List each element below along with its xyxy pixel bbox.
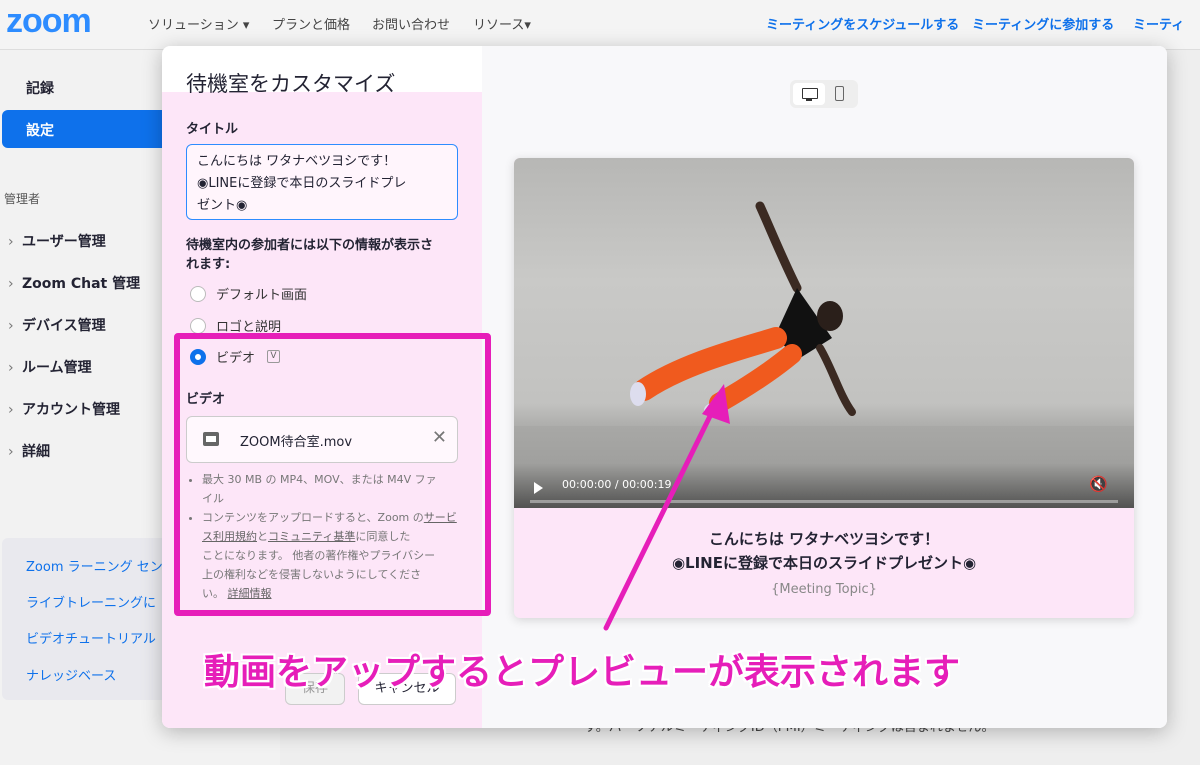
waiting-room-preview: 00:00:00 / 00:00:19 🔇 こんにちは ワタナベツヨシです！ ◉… xyxy=(514,158,1134,618)
sidebar-item-advanced[interactable]: › 詳細 xyxy=(8,441,50,461)
play-icon[interactable] xyxy=(534,482,543,494)
title-label: タイトル xyxy=(186,122,239,137)
dancer-shoe xyxy=(630,382,646,406)
live-training-link[interactable]: ライブトレーニングに xyxy=(26,592,156,611)
top-navigation: zoom ソリューション ▾ プランと価格 お問い合わせ リソース▾ ミーティン… xyxy=(0,0,1200,50)
preview-title-line2: ◉LINEに登録で本日のスライドプレゼント◉ xyxy=(671,554,977,572)
sidebar-item-chat-management[interactable]: › Zoom Chat 管理 xyxy=(8,273,140,293)
sidebar-item-device-management[interactable]: › デバイス管理 xyxy=(8,315,106,335)
dancer-arm-up xyxy=(755,201,802,293)
nav-solutions[interactable]: ソリューション ▾ xyxy=(148,14,249,33)
nav-host-meeting[interactable]: ミーティ xyxy=(1133,14,1184,33)
title-input[interactable]: こんにちは ワタナベツヨシです！ ◉LINEに登録で本日のスライドプレ ゼント◉ xyxy=(186,144,458,220)
sidebar-item-room-management[interactable]: › ルーム管理 xyxy=(8,357,92,377)
video-option-highlight xyxy=(174,333,491,616)
learning-center-link[interactable]: Zoom ラーニング セン xyxy=(26,556,163,575)
zoom-logo[interactable]: zoom xyxy=(6,2,92,41)
preview-title-line1: こんにちは ワタナベツヨシです！ xyxy=(708,530,940,548)
sidebar-item-label: 設定 xyxy=(26,123,54,139)
mobile-icon[interactable] xyxy=(835,86,844,101)
display-info-label: 待機室内の参加者には以下の情報が表示さ れます: xyxy=(186,238,434,272)
dancer-shoe xyxy=(704,403,724,417)
dancer-head xyxy=(817,301,843,331)
preview-video[interactable]: 00:00:00 / 00:00:19 🔇 xyxy=(514,158,1134,508)
sidebar-item-account-management[interactable]: › アカウント管理 xyxy=(8,399,120,419)
dancer-arm-down xyxy=(816,344,856,416)
nav-resources[interactable]: リソース▾ xyxy=(473,14,531,33)
nav-plans[interactable]: プランと価格 xyxy=(272,14,350,33)
option-default-screen[interactable]: デフォルト画面 xyxy=(190,284,307,303)
dialog-title: 待機室をカスタマイズ xyxy=(186,72,396,96)
chevron-right-icon: › xyxy=(8,318,14,334)
desktop-icon[interactable] xyxy=(793,83,825,105)
sidebar-section-admin: 管理者 xyxy=(4,192,41,206)
video-controls: 00:00:00 / 00:00:19 🔇 xyxy=(514,463,1134,508)
chevron-right-icon: › xyxy=(8,402,14,418)
annotation-caption: 動画をアップするとプレビューが表示されます xyxy=(204,652,961,693)
radio-button[interactable] xyxy=(190,317,206,334)
meeting-topic-placeholder: {Meeting Topic} xyxy=(771,582,877,597)
video-progress-bar[interactable] xyxy=(530,500,1118,503)
chevron-right-icon: › xyxy=(8,234,14,250)
nav-contact[interactable]: お問い合わせ xyxy=(372,14,450,33)
chevron-right-icon: › xyxy=(8,360,14,376)
sidebar-item-record[interactable]: 記録 xyxy=(26,78,54,98)
dancer-figure xyxy=(630,201,856,417)
device-toggle xyxy=(790,80,858,108)
mute-icon[interactable]: 🔇 xyxy=(1089,475,1108,493)
video-time: 00:00:00 / 00:00:19 xyxy=(562,478,672,491)
sidebar-item-user-management[interactable]: › ユーザー管理 xyxy=(8,231,106,251)
chevron-right-icon: › xyxy=(8,444,14,460)
radio-button[interactable] xyxy=(190,285,206,302)
video-tutorial-link[interactable]: ビデオチュートリアル xyxy=(26,628,156,647)
chevron-right-icon: › xyxy=(8,276,14,292)
knowledge-base-link[interactable]: ナレッジベース xyxy=(26,665,116,684)
nav-join-meeting[interactable]: ミーティングに参加する xyxy=(972,14,1114,33)
nav-schedule-meeting[interactable]: ミーティングをスケジュールする xyxy=(766,14,959,33)
